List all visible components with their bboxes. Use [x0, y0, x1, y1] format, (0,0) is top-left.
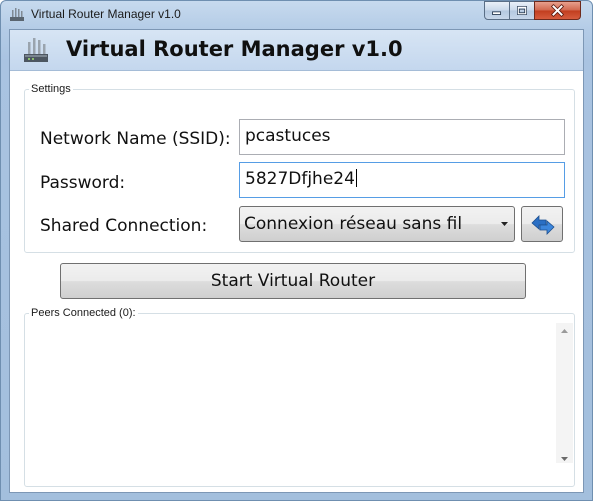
- client-area: Virtual Router Manager v1.0 Settings Net…: [9, 29, 584, 493]
- peers-group-label: Peers Connected (0):: [31, 307, 136, 319]
- peers-group: Peers Connected (0):: [24, 307, 575, 487]
- peers-scrollbar[interactable]: [556, 323, 573, 463]
- scroll-up-icon[interactable]: [561, 329, 568, 333]
- network-name-label: Network Name (SSID):: [40, 129, 231, 149]
- app-window: Virtual Router Manager v1.0 Virtual Rout…: [0, 0, 593, 501]
- settings-group-label: Settings: [31, 83, 71, 95]
- app-header: Virtual Router Manager v1.0: [10, 30, 583, 71]
- scroll-down-icon[interactable]: [561, 457, 568, 461]
- chevron-down-icon: [501, 222, 508, 226]
- close-icon: [550, 3, 565, 18]
- shared-connection-value: Connexion réseau sans fil: [244, 214, 463, 234]
- settings-group: Settings Network Name (SSID): pcastuces …: [24, 83, 575, 253]
- maximize-icon: [517, 6, 527, 15]
- password-label: Password:: [40, 173, 126, 193]
- peers-list[interactable]: [25, 323, 572, 483]
- router-icon: [24, 38, 48, 62]
- password-input[interactable]: 5827Dfjhe24: [239, 162, 565, 198]
- start-virtual-router-button[interactable]: Start Virtual Router: [60, 263, 526, 299]
- shared-connection-label: Shared Connection:: [40, 216, 208, 236]
- refresh-connections-button[interactable]: [521, 206, 563, 242]
- minimize-icon: [492, 11, 502, 15]
- close-button[interactable]: [534, 1, 581, 20]
- maximize-button[interactable]: [509, 1, 535, 20]
- refresh-arrows-icon: [531, 215, 555, 235]
- text-caret: [355, 169, 357, 187]
- title-bar[interactable]: Virtual Router Manager v1.0: [1, 1, 592, 29]
- network-name-value: pcastuces: [245, 126, 331, 146]
- network-name-input[interactable]: pcastuces: [239, 119, 565, 155]
- router-icon: [10, 8, 24, 21]
- password-value: 5827Dfjhe24: [245, 169, 355, 189]
- main-content: Settings Network Name (SSID): pcastuces …: [10, 71, 583, 492]
- minimize-button[interactable]: [484, 1, 510, 20]
- shared-connection-select[interactable]: Connexion réseau sans fil: [239, 206, 515, 242]
- app-title: Virtual Router Manager v1.0: [66, 37, 403, 61]
- window-title: Virtual Router Manager v1.0: [31, 7, 181, 21]
